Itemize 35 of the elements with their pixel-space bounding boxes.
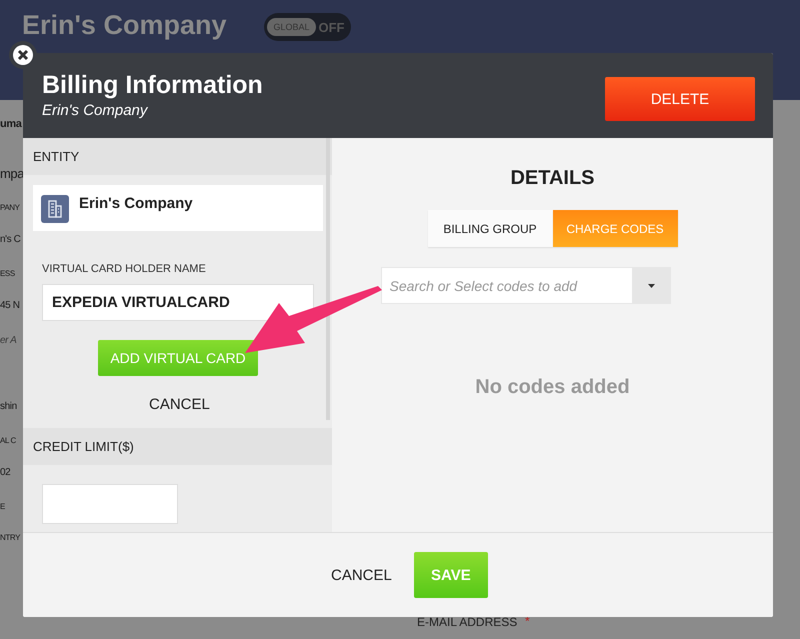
field-label: E-MAIL ADDRESS [417, 615, 518, 629]
page-text: 02 [0, 467, 10, 478]
add-virtual-card-button[interactable]: ADD VIRTUAL CARD [98, 340, 258, 376]
dialog-title: Billing Information [42, 71, 263, 100]
cancel-button[interactable]: CANCEL [149, 396, 210, 413]
entity-name: Erin's Company [79, 195, 193, 212]
building-icon [41, 195, 69, 223]
close-icon [13, 45, 33, 65]
search-field[interactable]: Search or Select codes to add [380, 267, 632, 304]
section-header: ENTITY [23, 138, 332, 175]
delete-button[interactable]: DELETE [605, 77, 755, 121]
credit-limit-field[interactable] [42, 484, 178, 524]
section-header: CREDIT LIMIT($) [23, 428, 332, 465]
page-title: Erin's Company [22, 10, 226, 41]
field-label: NTRY [0, 533, 20, 542]
input-field[interactable]: er A [0, 335, 16, 346]
field-label: VIRTUAL CARD HOLDER NAME [42, 263, 206, 275]
page-text: n's C [0, 234, 20, 245]
field-label: PANY [0, 203, 20, 212]
page-text: 45 N [0, 300, 20, 311]
field-label: ESS [0, 269, 15, 278]
save-button[interactable]: SAVE [414, 552, 488, 598]
page-text: shin [0, 401, 17, 412]
tab[interactable]: BILLING GROUP [428, 210, 552, 247]
required-mark: * [525, 614, 530, 628]
caret-icon [648, 284, 655, 288]
field-label: AL C [0, 436, 16, 445]
field-label: E [0, 502, 5, 511]
page-text: uma [0, 118, 22, 130]
cancel-button[interactable]: CANCEL [331, 566, 392, 584]
dialog-subtitle: Erin's Company [42, 102, 149, 119]
name-input-field[interactable]: EXPEDIA VIRTUALCARD [42, 284, 314, 321]
empty-message: No codes added [475, 376, 630, 399]
tab[interactable]: CHARGE CODES [552, 210, 678, 247]
section-title: DETAILS [510, 167, 595, 190]
